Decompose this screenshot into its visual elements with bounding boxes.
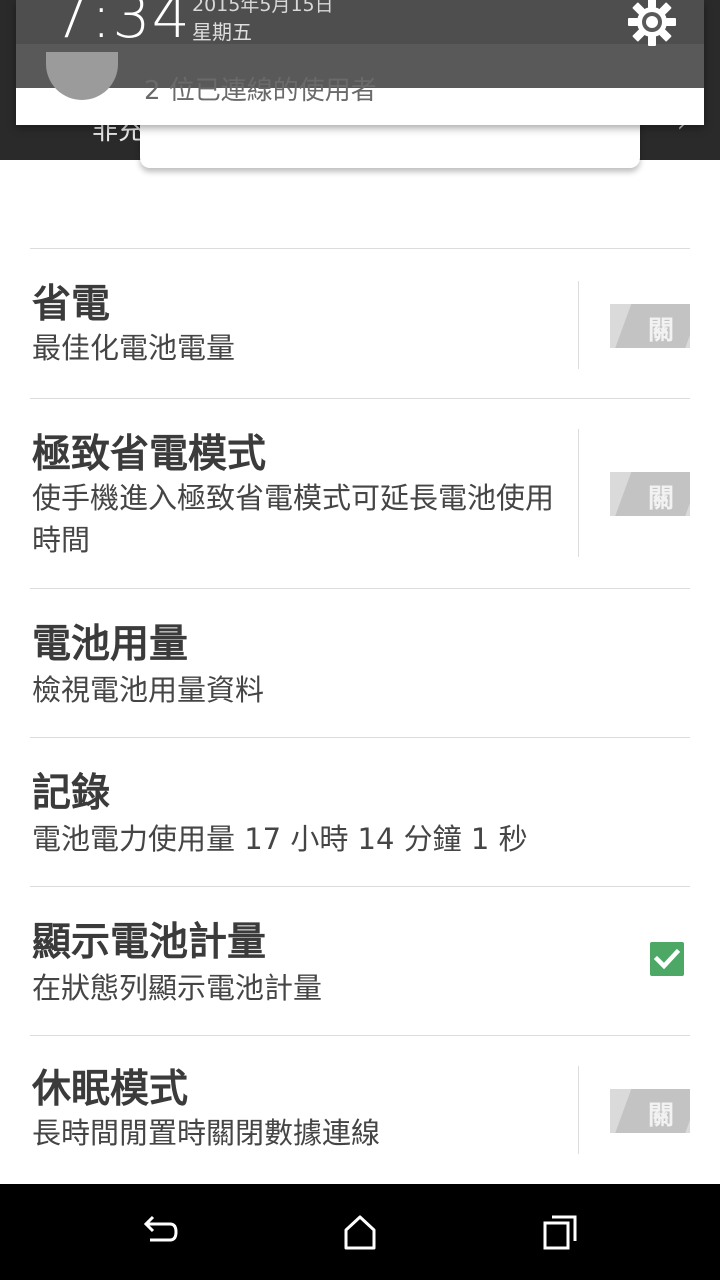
- setting-title: 省電: [32, 282, 111, 327]
- setting-title: 休眠模式: [32, 1067, 189, 1112]
- setting-description: 最佳化電池電量: [32, 331, 236, 365]
- navigation-bar: [0, 1184, 720, 1280]
- row-divider: [578, 1066, 579, 1154]
- setting-sleep-mode[interactable]: 休眠模式 長時間閒置時關閉數據連線 關: [30, 1035, 690, 1185]
- checkmark-icon: [653, 948, 681, 970]
- setting-show-battery-meter[interactable]: 顯示電池計量 在狀態列顯示電池計量: [30, 886, 690, 1035]
- setting-extreme-power-saver[interactable]: 極致省電模式 使手機進入極致省電模式可延長電池使用時間 關: [30, 398, 690, 588]
- setting-title: 顯示電池計量: [32, 920, 267, 965]
- battery-settings-list: 省電 最佳化電池電量 關 極致省電模式 使手機進入極致省電模式可延長電池使用時間…: [30, 248, 690, 1185]
- row-divider: [578, 281, 579, 369]
- setting-description: 使手機進入極致省電模式可延長電池使用時間: [32, 481, 555, 557]
- setting-power-saver[interactable]: 省電 最佳化電池電量 關: [30, 248, 690, 398]
- setting-description: 電池電力使用量 17 小時 14 分鐘 1 秒: [32, 822, 528, 856]
- gear-icon[interactable]: [626, 0, 678, 48]
- clock: 7:34: [52, 0, 191, 52]
- battery-meter-checkbox[interactable]: [650, 942, 684, 976]
- back-icon[interactable]: [140, 1212, 180, 1252]
- user-avatar: [46, 52, 118, 100]
- toggle-state-label: 關: [648, 484, 675, 514]
- connected-users-notification[interactable]: 2 位已連線的使用者: [144, 70, 377, 107]
- recent-apps-icon[interactable]: [540, 1212, 580, 1252]
- setting-description: 長時間閒置時關閉數據連線: [32, 1116, 381, 1150]
- row-divider: [578, 429, 579, 557]
- extreme-power-saver-toggle[interactable]: 關: [610, 472, 690, 516]
- setting-title: 記錄: [32, 771, 111, 816]
- toggle-state-label: 關: [648, 1101, 675, 1131]
- setting-description: 在狀態列顯示電池計量: [32, 971, 323, 1005]
- power-saver-toggle[interactable]: 關: [610, 304, 690, 348]
- setting-title: 極致省電模式: [32, 432, 267, 477]
- setting-description: 檢視電池用量資料: [32, 673, 265, 707]
- toggle-state-label: 關: [648, 316, 675, 346]
- home-icon[interactable]: [340, 1212, 380, 1252]
- notification-shade[interactable]: 7:34 2015年5月15日 星期五 2 位已連線的使用者: [16, 0, 704, 125]
- date-text: 2015年5月15日: [192, 0, 334, 16]
- setting-title: 電池用量: [32, 622, 189, 667]
- screen: 非充電狀態 › 7:34 2015年5月15日 星期五: [0, 0, 720, 1280]
- weekday-text: 星期五: [192, 20, 252, 44]
- sleep-mode-toggle[interactable]: 關: [610, 1089, 690, 1133]
- setting-history[interactable]: 記錄 電池電力使用量 17 小時 14 分鐘 1 秒: [30, 737, 690, 886]
- setting-battery-usage[interactable]: 電池用量 檢視電池用量資料: [30, 588, 690, 737]
- floating-card: [140, 120, 640, 168]
